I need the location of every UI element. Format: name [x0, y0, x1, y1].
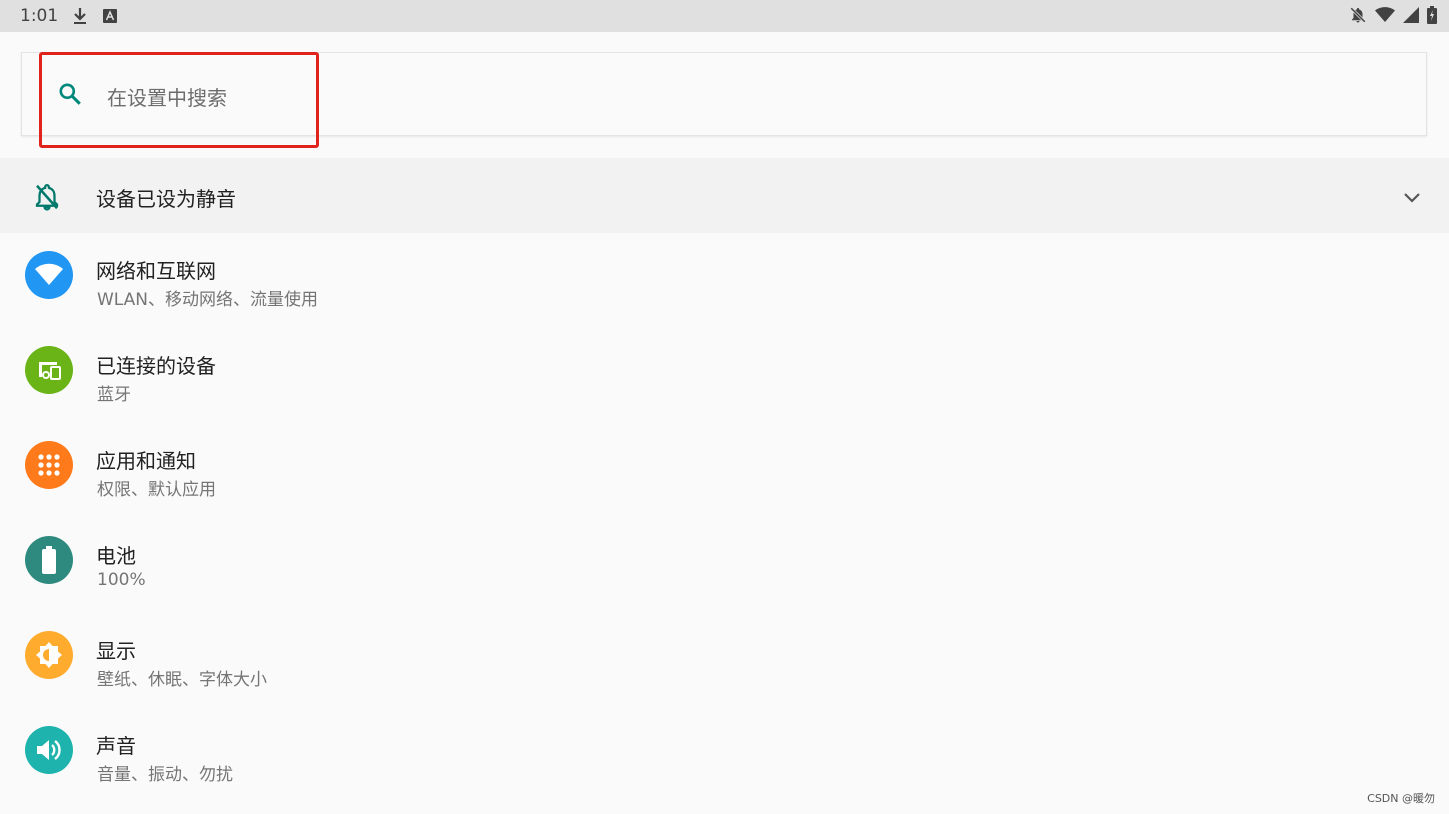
settings-item-title: 显示 [96, 639, 136, 663]
settings-item-title: 应用和通知 [96, 449, 196, 473]
cell-signal-icon [1403, 7, 1419, 27]
settings-item-summary: WLAN、移动网络、流量使用 [97, 290, 319, 310]
settings-item-title: 网络和互联网 [96, 259, 216, 283]
battery-charging-icon [1427, 6, 1437, 28]
settings-item-summary: 壁纸、休眠、字体大小 [97, 670, 267, 690]
status-icons [1349, 6, 1437, 28]
status-time: 1:01 [20, 6, 59, 26]
download-icon [72, 7, 88, 29]
battery-icon [25, 536, 73, 584]
settings-item-summary: 权限、默认应用 [97, 480, 216, 500]
settings-item-battery[interactable]: 电池 100% [0, 518, 1449, 613]
settings-item-apps[interactable]: 应用和通知 权限、默认应用 [0, 423, 1449, 518]
brightness-icon [25, 631, 73, 679]
apps-icon [25, 441, 73, 489]
settings-item-title: 电池 [96, 544, 136, 568]
settings-item-title: 声音 [96, 734, 136, 758]
bell-off-icon [32, 182, 62, 216]
settings-item-summary: 蓝牙 [97, 385, 131, 405]
volume-icon [25, 726, 73, 774]
a-icon [103, 8, 117, 27]
settings-item-network[interactable]: 网络和互联网 WLAN、移动网络、流量使用 [0, 233, 1449, 328]
settings-item-connected-devices[interactable]: 已连接的设备 蓝牙 [0, 328, 1449, 423]
wifi-icon [1375, 7, 1395, 27]
settings-item-title: 已连接的设备 [96, 354, 216, 378]
condition-card-silent[interactable]: 设备已设为静音 [0, 158, 1449, 233]
status-bar: 1:01 [0, 0, 1449, 32]
bell-off-icon [1349, 6, 1367, 28]
settings-item-display[interactable]: 显示 壁纸、休眠、字体大小 [0, 613, 1449, 708]
settings-item-summary: 100% [97, 570, 146, 590]
highlight-annotation-box [39, 52, 319, 148]
condition-label: 设备已设为静音 [96, 187, 236, 211]
wifi-icon [25, 251, 73, 299]
devices-icon [25, 346, 73, 394]
watermark: CSDN @暖勿 [1367, 792, 1435, 805]
settings-item-sound[interactable]: 声音 音量、振动、勿扰 [0, 708, 1449, 803]
settings-item-summary: 音量、振动、勿扰 [97, 765, 233, 785]
chevron-down-icon[interactable] [1402, 190, 1422, 209]
